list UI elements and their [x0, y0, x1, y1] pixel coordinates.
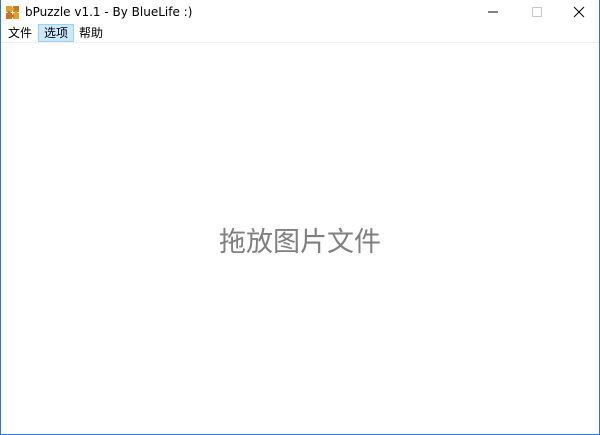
app-window: bPuzzle v1.1 - By BlueLife :) 文件 选项 帮助 拖… [0, 0, 600, 435]
close-button[interactable] [555, 0, 599, 24]
menu-options[interactable]: 选项 [38, 24, 75, 42]
menu-bar: 文件 选项 帮助 [1, 24, 599, 43]
puzzle-app-icon[interactable] [5, 4, 21, 20]
drop-hint-text: 拖放图片文件 [219, 227, 381, 258]
image-drop-area[interactable]: 拖放图片文件 [1, 43, 599, 434]
close-icon [573, 6, 585, 18]
menu-help[interactable]: 帮助 [74, 24, 108, 42]
maximize-button[interactable] [515, 0, 559, 24]
minimize-button[interactable] [471, 0, 515, 24]
minimize-icon [488, 11, 498, 13]
title-bar[interactable]: bPuzzle v1.1 - By BlueLife :) [1, 0, 599, 24]
window-title: bPuzzle v1.1 - By BlueLife :) [25, 5, 193, 19]
menu-file[interactable]: 文件 [3, 24, 37, 42]
maximize-icon [532, 7, 542, 17]
